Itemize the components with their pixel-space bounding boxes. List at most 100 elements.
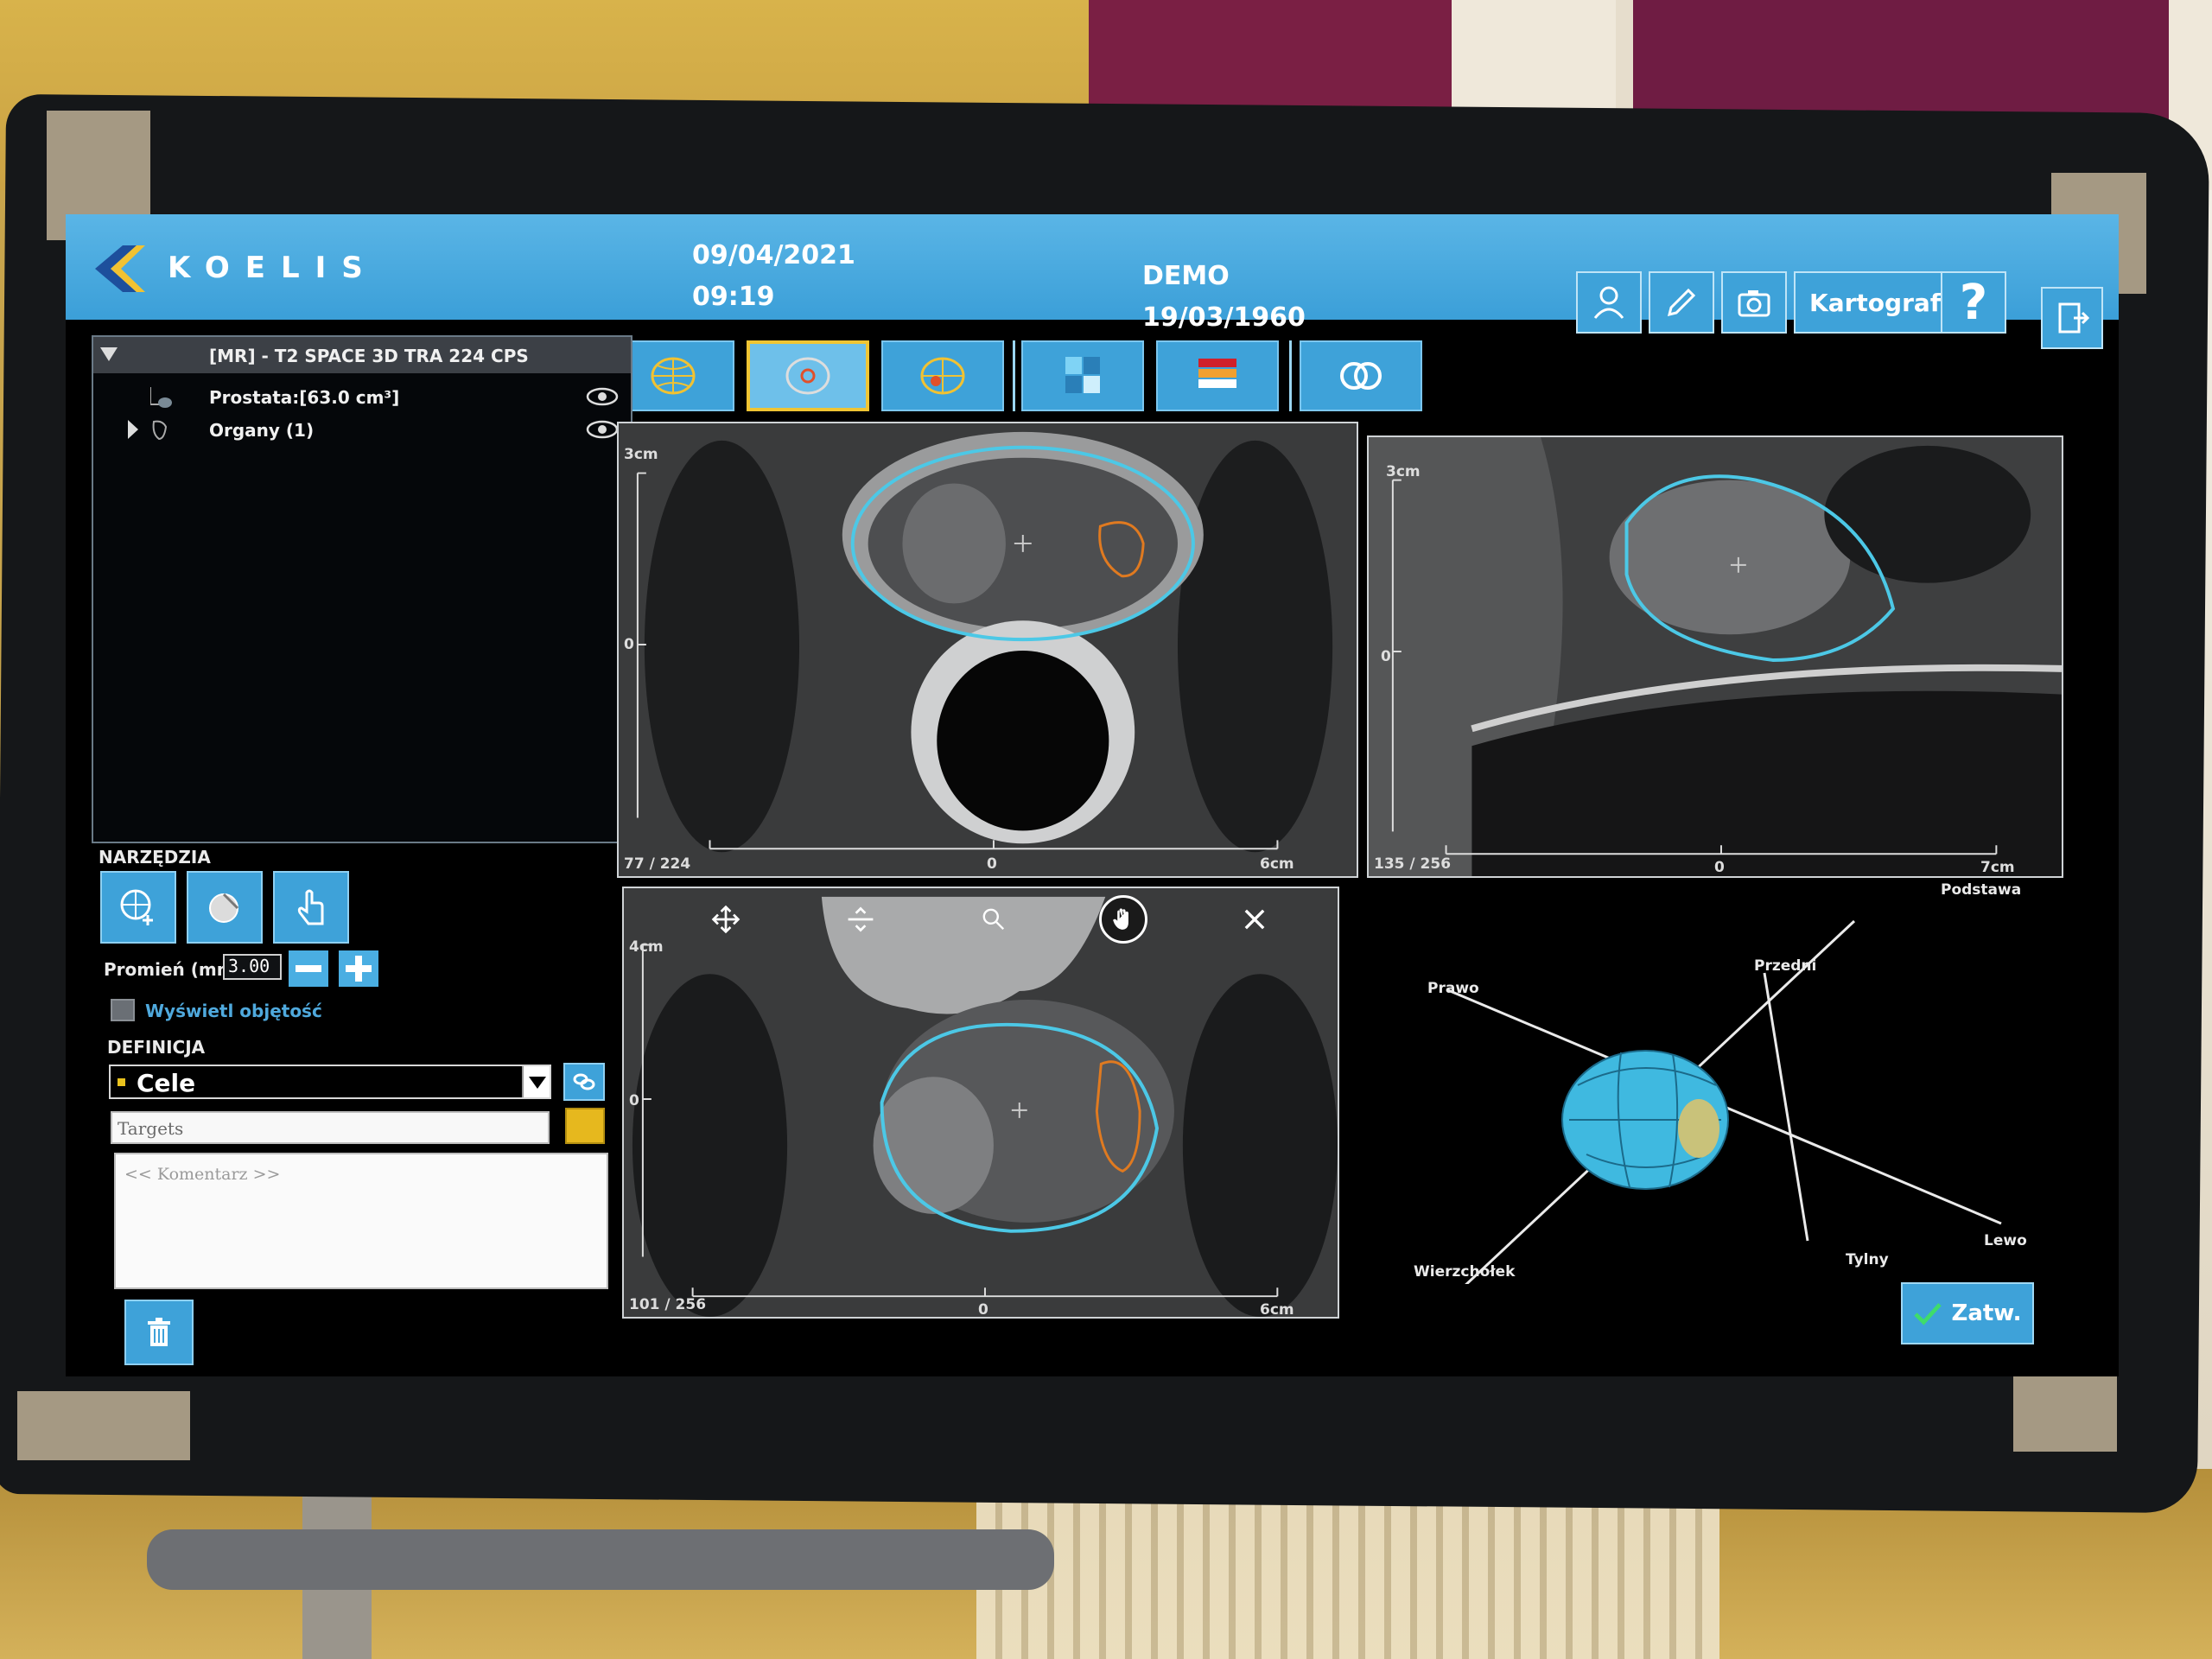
axis-label-base: Podstawa [1941,881,2022,899]
scale-right-label: 6cm [1260,1301,1294,1319]
slice-counter: 77 / 224 [624,855,691,873]
axis-label-right: Prawo [1427,980,1479,997]
fusion-button[interactable] [1300,340,1422,411]
axis-label-anterior: Przedni [1754,957,1817,975]
patient-birthdate: 19/03/1960 [1142,302,1306,333]
koelis-logo-icon [95,245,145,292]
slice-counter: 101 / 256 [629,1296,707,1313]
add-target-tool[interactable] [100,871,176,944]
globe-add-icon [120,889,153,925]
confirm-label: Zatw. [1951,1300,2022,1326]
camera-icon [1738,290,1770,317]
eye-icon[interactable] [586,420,619,439]
tape [2013,1365,2117,1452]
show-volume-label[interactable]: Wyświetl objętość [145,1001,322,1021]
brush-tool[interactable] [187,871,263,944]
tape [17,1391,190,1460]
pointer-tool[interactable] [273,871,349,944]
scale-zero-label: 0 [629,1092,639,1109]
patient-button[interactable] [1576,271,1642,334]
expand-triangle-icon[interactable] [128,416,171,442]
mri-axial-image [619,423,1357,876]
toolbar-separator [1289,340,1292,411]
definition-color-dot [118,1078,125,1086]
sagittal-view[interactable]: 3cm 0 0 7cm 135 / 256 [1367,435,2063,878]
scale-right-label: 6cm [1260,855,1294,873]
axis-label-left: Lewo [1984,1232,2027,1249]
model-3d-view[interactable]: Podstawa Przedni Prawo Lewo Tylny Wierzc… [1327,878,2105,1303]
pencil-icon [1667,288,1696,317]
radius-label: Promień (mm) [104,959,243,980]
mri-sagittal-image [1369,437,2062,876]
definition-title: DEFINICJA [107,1037,206,1058]
axis-label-apex: Wierzchołek [1414,1263,1516,1281]
window-pane [1089,0,1452,112]
tree-series-label: [MR] - T2 SPACE 3D TRA 224 CPS [209,346,529,366]
app-screen: KOELIS 09/04/2021 09:19 DEMO 19/03/1960 … [66,214,2119,1376]
scale-bottom-zero-label: 0 [1714,859,1725,876]
toolbar-separator [1013,340,1015,411]
move-icon[interactable] [707,900,745,938]
screenshot-button[interactable] [1721,271,1787,334]
layout-button[interactable] [1021,340,1144,411]
trash-icon [148,1318,170,1346]
close-view-icon[interactable] [1236,900,1274,938]
scale-top-label: 4cm [629,938,664,956]
check-icon [1914,1303,1942,1325]
confirm-button[interactable]: Zatw. [1901,1282,2034,1344]
scale-right-label: 7cm [1980,859,2015,876]
eye-icon[interactable] [586,387,619,406]
scale-zero-label: 0 [624,636,634,653]
delete-button[interactable] [124,1300,194,1365]
target-color-swatch[interactable] [565,1108,605,1144]
zoom-icon[interactable] [975,900,1013,938]
object-tree: [MR] - T2 SPACE 3D TRA 224 CPS Prostata:… [92,335,632,843]
chevron-down-icon[interactable] [522,1066,550,1097]
scale-bottom-zero-label: 0 [987,855,997,873]
slice-scroll-icon[interactable] [842,900,880,938]
minus-icon [296,965,321,972]
exam-time: 09:19 [692,282,775,312]
tree-organs-label[interactable]: Organy (1) [209,420,314,441]
axis-label-posterior: Tylny [1846,1251,1889,1268]
target-name-field[interactable]: Targets [111,1111,550,1144]
help-button[interactable]: ? [1941,271,2006,334]
prostate-icon [150,387,172,408]
scale-zero-label: 0 [1381,648,1391,665]
layout-grid-icon [1065,357,1100,393]
radiator [976,1486,1719,1659]
colormap-icon [1198,359,1236,388]
scale-bottom-zero-label: 0 [978,1301,988,1319]
mri-coronal-image [624,888,1338,1317]
view-target-mesh-button[interactable] [747,340,869,411]
tree-prostate-label[interactable]: Prostata:[63.0 cm³] [209,387,399,408]
coronal-view[interactable]: 4cm 0 0 6cm 101 / 256 [622,887,1339,1319]
exam-date: 09/04/2021 [692,240,855,270]
radius-decrease-button[interactable] [289,950,328,987]
globe-organ-icon [920,357,965,395]
brand-name: KOELIS [168,251,378,285]
comment-textarea[interactable]: << Komentarz >> [114,1153,608,1289]
monitor-stand-arm [147,1529,1054,1590]
link-button[interactable] [563,1063,605,1101]
axial-view-top[interactable]: 3cm 0 0 6cm 77 / 224 [617,422,1358,878]
link-icon [573,1073,595,1090]
exit-icon [2058,302,2090,334]
edit-button[interactable] [1649,271,1714,334]
collapse-triangle-icon[interactable] [100,347,118,361]
show-volume-checkbox[interactable] [111,999,135,1021]
exit-button[interactable] [2041,287,2103,349]
slice-counter: 135 / 256 [1374,855,1452,873]
scale-top-label: 3cm [624,446,658,463]
user-icon [1593,286,1624,319]
sphere-brush-icon [209,893,239,923]
radius-increase-button[interactable] [339,950,378,987]
pan-hand-icon[interactable] [1099,895,1147,944]
view-organs-button[interactable] [881,340,1004,411]
target-mesh-icon [785,357,830,395]
radius-input[interactable]: 3.00 [223,954,282,980]
definition-select[interactable]: Cele [109,1065,551,1099]
patient-name: DEMO [1142,261,1230,291]
hand-pointer-icon [297,889,324,925]
colormap-button[interactable] [1156,340,1279,411]
